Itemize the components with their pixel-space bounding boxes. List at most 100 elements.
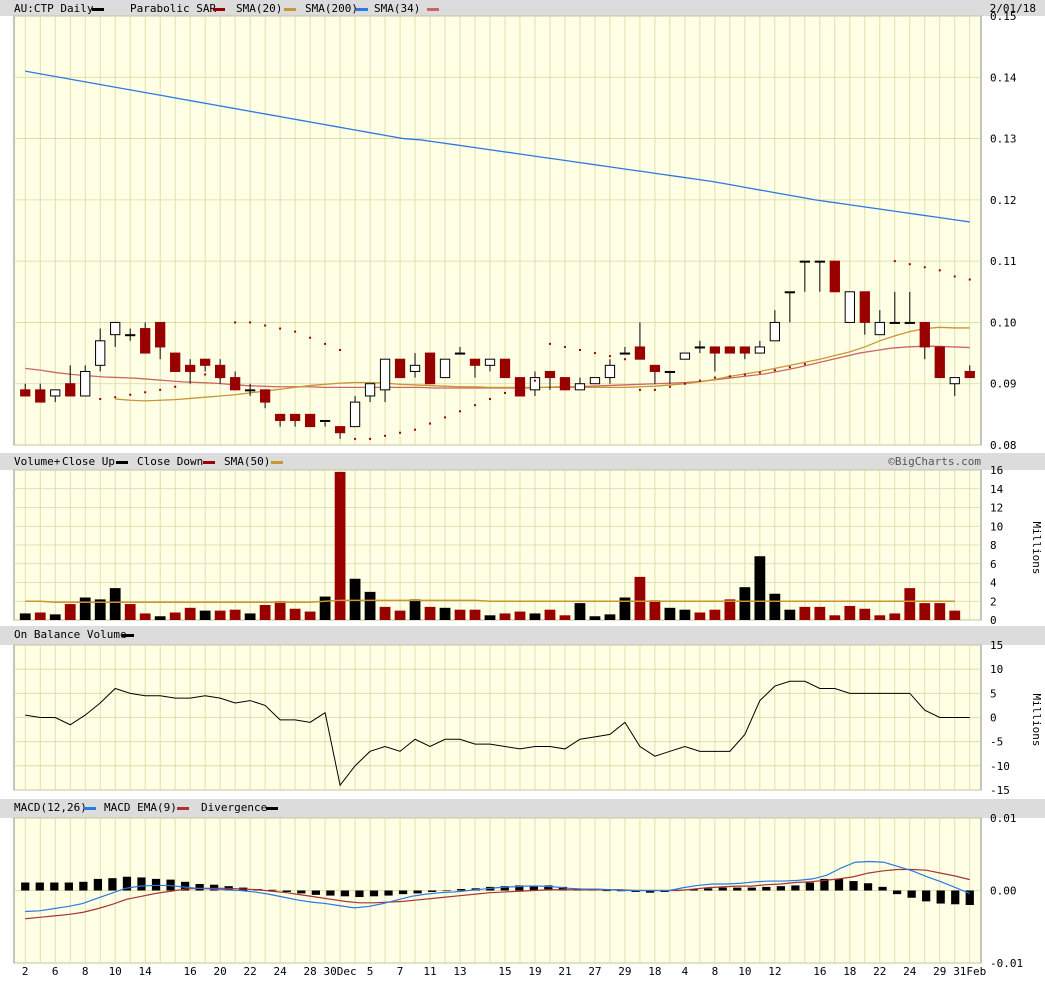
sar-dot <box>728 375 731 378</box>
candle-body <box>454 352 466 355</box>
volume-bar <box>694 612 706 620</box>
volume-bar <box>349 578 361 620</box>
header-symbol: AU:CTP Daily <box>14 2 94 15</box>
sar-dot <box>114 396 117 399</box>
x-tick-label: 18 <box>843 965 856 978</box>
x-tick-label: 24 <box>273 965 287 978</box>
sar-legend-swatch <box>213 8 225 11</box>
sar-dot <box>578 349 581 352</box>
volume-bar <box>679 609 691 620</box>
volume-title: Volume+ <box>14 455 61 468</box>
candle-body <box>874 321 885 336</box>
candle-body <box>379 358 391 391</box>
sar-dot <box>713 376 716 379</box>
candle-body <box>619 352 631 355</box>
macd-ema-swatch <box>177 807 189 810</box>
sar-dot <box>264 324 267 327</box>
volume-sma-swatch <box>271 461 283 464</box>
x-tick-label: 22 <box>873 965 886 978</box>
volume-bar <box>934 603 946 620</box>
volume-bar <box>334 471 346 620</box>
divergence-bar <box>108 878 117 891</box>
x-tick-label: 10 <box>109 965 122 978</box>
y-tick-label-1-3: 10 <box>990 520 1003 533</box>
volume-bar <box>559 615 571 620</box>
candle-body <box>424 352 436 385</box>
sar-dot <box>938 269 941 272</box>
divergence-bar <box>93 878 103 891</box>
candle-body <box>200 358 211 366</box>
y-tick-label-2-1: 10 <box>990 663 1003 676</box>
volume-bar <box>79 597 91 620</box>
sar-dot <box>489 398 492 401</box>
volume-bar <box>634 576 646 620</box>
volume-bar <box>499 613 511 620</box>
divergence-swatch <box>266 807 278 810</box>
x-tick-label: 6 <box>52 965 59 978</box>
x-tick-label: 28 <box>303 965 316 978</box>
divergence-bar <box>776 886 785 891</box>
candle-body <box>80 370 91 397</box>
x-tick-label: 4 <box>682 965 689 978</box>
sma34-legend-swatch <box>427 8 439 11</box>
volume-bar <box>844 605 856 620</box>
sar-dot <box>444 416 447 419</box>
candle-body <box>604 364 616 379</box>
volume-bar <box>454 609 466 620</box>
x-tick-label: 16 <box>813 965 826 978</box>
volume-bar <box>109 588 121 620</box>
candle-body <box>889 321 900 324</box>
sar-dot <box>908 263 911 266</box>
divergence-bar <box>151 878 161 891</box>
sma200-legend-swatch <box>356 8 368 11</box>
volume-bar <box>739 587 751 620</box>
candle-body <box>574 383 586 391</box>
divergence-bar <box>340 890 350 897</box>
volume-bar <box>829 615 841 620</box>
y-tick-label-2-4: -5 <box>990 736 1003 749</box>
symbol-legend-swatch <box>92 8 104 11</box>
volume-bar <box>544 609 556 620</box>
macd-legend-swatch <box>84 807 96 810</box>
volume-bar <box>34 612 46 620</box>
candle-body <box>274 413 286 421</box>
x-tick-label: 10 <box>738 965 751 978</box>
x-tick-label: 11 <box>423 965 436 978</box>
candle-body <box>724 346 736 354</box>
candle-body <box>469 358 481 366</box>
divergence-bar <box>602 890 611 892</box>
candle-body <box>349 401 361 428</box>
x-tick-label: 19 <box>528 965 541 978</box>
volume-bar <box>439 607 451 620</box>
sar-dot <box>234 321 237 324</box>
sar-dot <box>683 382 686 385</box>
y-tick-label-0-1: 0.14 <box>990 71 1017 84</box>
x-tick-label: 8 <box>82 965 89 978</box>
header-sma200: SMA(200) <box>305 2 358 15</box>
sar-dot <box>563 345 566 348</box>
candle-body <box>439 358 451 379</box>
sar-dot <box>324 342 327 345</box>
divergence-bar <box>718 887 727 891</box>
y-tick-label-1-1: 14 <box>990 483 1004 496</box>
candle-body <box>634 346 646 360</box>
divergence-bar <box>79 881 88 891</box>
volume-bar <box>919 603 931 620</box>
sar-dot <box>219 376 222 379</box>
candle-body <box>949 377 960 385</box>
volume-bar <box>169 612 181 620</box>
divergence-bar <box>805 882 815 891</box>
sar-dot <box>144 391 147 394</box>
sar-dot <box>339 349 342 352</box>
volume-bar <box>469 609 481 620</box>
volume-bar <box>814 606 826 620</box>
x-tick-label: 27 <box>588 965 601 978</box>
volume-legend-down: Close Down <box>137 455 203 468</box>
y-tick-label-0-4: 0.11 <box>990 255 1017 268</box>
candle-body <box>65 383 76 397</box>
volume-bar <box>124 604 136 620</box>
volume-bar <box>484 615 496 620</box>
sar-dot <box>653 388 656 391</box>
divergence-bar <box>195 883 204 891</box>
volume-bar <box>319 596 331 620</box>
